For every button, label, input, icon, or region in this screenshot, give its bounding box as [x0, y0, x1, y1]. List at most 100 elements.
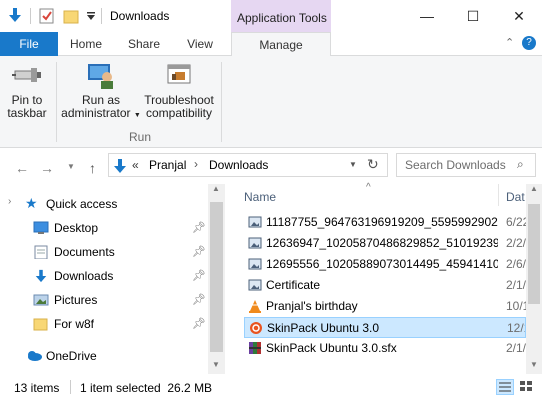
nav-item-documents[interactable]: Documents 📌︎ [0, 240, 209, 264]
search-placeholder: Search Downloads [405, 158, 506, 172]
file-row[interactable]: 12695556_10205889073014495_459414105_o 2… [244, 254, 526, 275]
group-divider [56, 62, 57, 142]
column-header-date[interactable]: Dat [506, 190, 525, 204]
run-as-label-line2: administrator ▼ [61, 106, 141, 120]
file-row[interactable]: 12636947_10205870486829852_510192395_o 2… [244, 233, 526, 254]
scroll-down-icon[interactable]: ▼ [212, 360, 220, 369]
tab-manage[interactable]: Manage [231, 32, 331, 57]
folder-icon [33, 317, 49, 331]
group-label-run: Run [129, 130, 152, 144]
down-arrow-icon[interactable] [8, 7, 22, 26]
expand-chevron-icon[interactable]: › [8, 196, 11, 207]
minimize-button[interactable]: — [404, 0, 450, 32]
image-icon [248, 278, 262, 292]
troubleshoot-icon [163, 60, 195, 90]
scroll-thumb[interactable] [528, 204, 540, 304]
pin-icon[interactable]: 📌︎ [192, 293, 206, 306]
status-bar: 13 items 1 item selected 26.2 MB [0, 374, 542, 401]
context-tab-group: Application Tools [231, 0, 331, 32]
scroll-up-icon[interactable]: ▲ [530, 184, 538, 193]
status-separator [70, 380, 71, 394]
pictures-icon [33, 293, 49, 307]
collapse-ribbon-icon[interactable]: ⌃ [505, 36, 514, 49]
pin-to-taskbar-button[interactable]: Pin to taskbar [2, 60, 52, 120]
up-arrow-icon[interactable]: ↑ [89, 160, 96, 176]
sort-up-icon: ^ [366, 182, 371, 193]
recent-locations-chevron-icon[interactable]: ▼ [67, 162, 75, 171]
separator [30, 8, 31, 24]
breadcrumb-overflow[interactable]: « [132, 158, 139, 172]
details-view-icon[interactable] [496, 379, 514, 395]
admin-user-icon [85, 60, 117, 90]
file-row[interactable]: 11187755_964763196919209_55959929021... … [244, 212, 526, 233]
file-list-scrollbar[interactable]: ▲ ▼ [526, 184, 542, 374]
forward-arrow-icon[interactable]: → [40, 160, 54, 176]
scroll-thumb[interactable] [210, 202, 223, 352]
ribbon: Pin to taskbar Run as administrator ▼ Tr… [0, 56, 542, 148]
search-input[interactable]: Search Downloads ⌕ [396, 153, 536, 177]
file-row[interactable]: SkinPack Ubuntu 3.0.sfx 2/1/ [244, 338, 526, 359]
maximize-button[interactable]: ☐ [450, 0, 496, 32]
address-dropdown-icon[interactable]: ▼ [349, 160, 357, 169]
properties-icon[interactable] [39, 8, 55, 27]
back-arrow-icon[interactable]: ← [15, 160, 29, 176]
file-row[interactable]: Certificate 2/1/ [244, 275, 526, 296]
documents-icon [33, 245, 49, 260]
navigation-pane-scrollbar[interactable]: ▲ ▼ [208, 184, 225, 374]
selection-info: 1 item selected 26.2 MB [80, 381, 213, 395]
separator [101, 8, 102, 24]
star-icon: ★ [25, 195, 38, 211]
archive-icon [248, 341, 262, 355]
nav-item-onedrive[interactable]: OneDrive [0, 344, 209, 368]
file-row[interactable]: Pranjal's birthday 10/1 [244, 296, 526, 317]
breadcrumb-downloads[interactable]: Downloads [209, 158, 268, 172]
tab-home[interactable]: Home [60, 32, 112, 56]
ubuntu-icon [249, 321, 263, 335]
download-icon [113, 158, 127, 177]
image-icon [248, 215, 262, 229]
download-icon [33, 269, 49, 283]
vlc-icon [248, 299, 262, 313]
chevron-right-icon[interactable]: › [194, 157, 198, 171]
pin-icon[interactable]: 📌︎ [192, 245, 206, 258]
pin-icon[interactable]: 📌︎ [192, 269, 206, 282]
pin-icon[interactable]: 📌︎ [192, 221, 206, 234]
image-icon [248, 257, 262, 271]
refresh-icon[interactable]: ↻ [367, 156, 379, 173]
breadcrumb-pranjal[interactable]: Pranjal [149, 158, 186, 172]
nav-item-downloads[interactable]: Downloads 📌︎ [0, 264, 209, 288]
dropdown-arrow-icon: ▼ [133, 112, 141, 119]
troubleshoot-label-line2: compatibility [145, 106, 213, 120]
nav-item-quick-access[interactable]: › ★ Quick access [0, 192, 209, 216]
cloud-icon [25, 349, 42, 363]
column-divider[interactable] [498, 184, 499, 206]
tab-view[interactable]: View [174, 32, 226, 56]
tab-share[interactable]: Share [118, 32, 170, 56]
customize-dropdown-icon[interactable] [86, 10, 96, 24]
pin-icon[interactable]: 📌︎ [192, 317, 206, 330]
image-icon [248, 236, 262, 250]
troubleshoot-compatibility-button[interactable]: Troubleshoot compatibility [142, 60, 216, 120]
navigation-pane: › ★ Quick access Desktop 📌︎ Documents 📌︎… [0, 184, 209, 374]
nav-item-pictures[interactable]: Pictures 📌︎ [0, 288, 209, 312]
scroll-up-icon[interactable]: ▲ [212, 184, 220, 193]
item-count: 13 items [14, 381, 60, 395]
address-bar[interactable]: « Pranjal › Downloads ▼ ↻ [108, 153, 388, 177]
tab-file[interactable]: File [0, 32, 58, 56]
title-bar: Downloads Application Tools — ☐ ✕ [0, 0, 542, 32]
column-header-name[interactable]: Name [244, 190, 276, 204]
pin-label-line2: taskbar [7, 106, 47, 120]
nav-item-for-w8f[interactable]: For w8f 📌︎ [0, 312, 209, 336]
window-title: Downloads [110, 9, 170, 23]
close-button[interactable]: ✕ [496, 0, 542, 32]
ribbon-tabs: File Home Share View Manage ⌃ ? [0, 32, 542, 57]
search-icon: ⌕ [517, 157, 524, 171]
scroll-down-icon[interactable]: ▼ [530, 360, 538, 369]
file-row-selected[interactable]: SkinPack Ubuntu 3.0 12/1 [244, 317, 526, 338]
help-icon[interactable]: ? [522, 36, 536, 50]
run-as-administrator-button[interactable]: Run as administrator ▼ [61, 60, 141, 122]
large-icons-view-icon[interactable] [518, 379, 536, 395]
nav-item-desktop[interactable]: Desktop 📌︎ [0, 216, 209, 240]
context-tab-group-label: Application Tools [237, 11, 327, 25]
new-folder-icon[interactable] [63, 8, 79, 27]
